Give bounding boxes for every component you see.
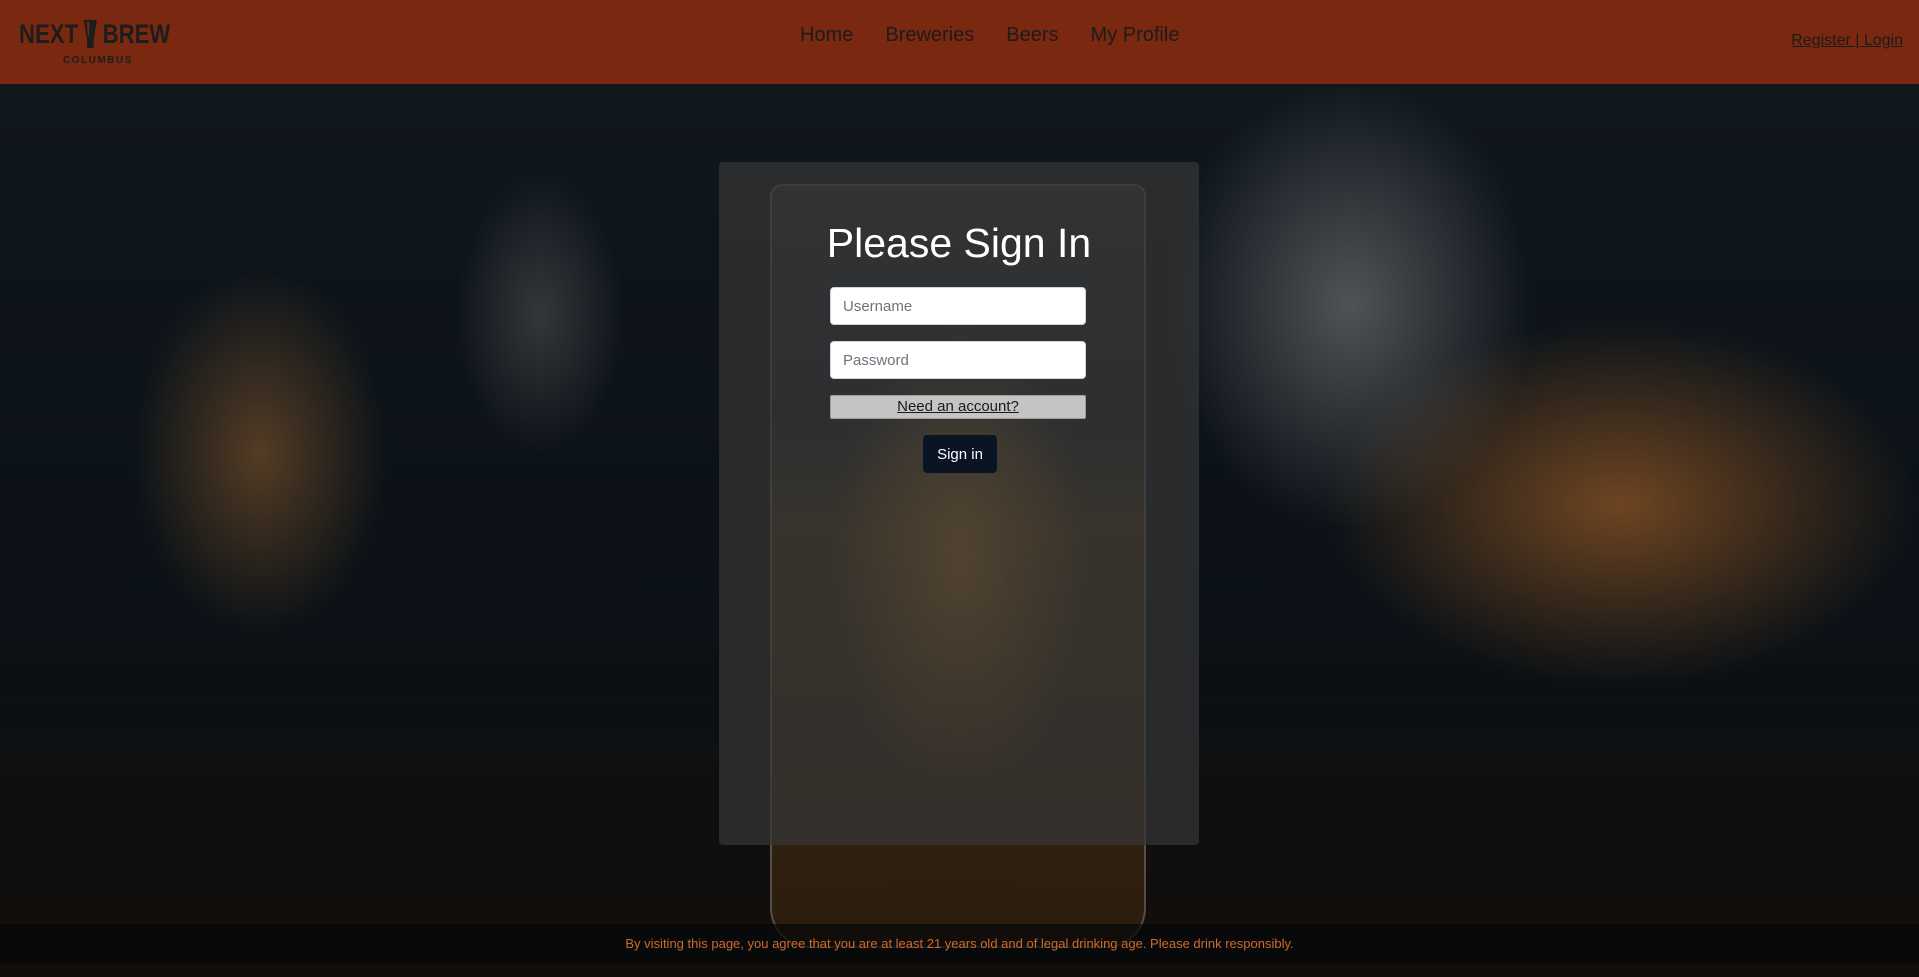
logo-word-right: BREW [102, 18, 171, 49]
logo-word-left: NEXT [19, 18, 79, 49]
age-notice-bar: By visiting this page, you agree that yo… [0, 924, 1919, 964]
signin-button[interactable]: Sign in [923, 435, 997, 473]
beer-glass-icon [83, 20, 97, 48]
logo-wordmark: NEXT BREW [19, 18, 170, 50]
brand-logo[interactable]: NEXT BREW COLUMBUS [19, 18, 171, 68]
nav-my-profile[interactable]: My Profile [1091, 24, 1180, 47]
main-nav: Home Breweries Beers My Profile [800, 24, 1179, 47]
need-account-link[interactable]: Need an account? [830, 395, 1086, 419]
page-title: Please Sign In [826, 220, 1092, 266]
nav-beers[interactable]: Beers [1006, 24, 1058, 47]
password-input[interactable] [830, 341, 1086, 379]
signin-panel: Please Sign In Need an account? Sign in [719, 162, 1199, 845]
register-login-link[interactable]: Register | Login [1791, 32, 1903, 50]
logo-subtitle: COLUMBUS [63, 55, 133, 66]
username-input[interactable] [830, 287, 1086, 325]
nav-breweries[interactable]: Breweries [885, 24, 974, 47]
age-notice-text: By visiting this page, you agree that yo… [625, 936, 1294, 951]
nav-home[interactable]: Home [800, 24, 853, 47]
top-navbar: NEXT BREW COLUMBUS Home Breweries Beers … [0, 0, 1919, 84]
